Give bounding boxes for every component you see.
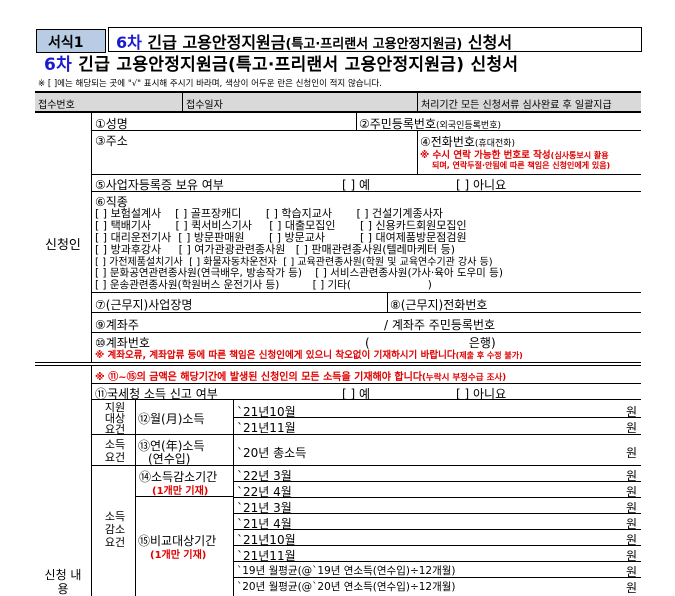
receipt-no: 접수번호: [38, 100, 75, 111]
rule: [91, 292, 641, 293]
form-number: 서식1: [48, 35, 84, 51]
name-input[interactable]: [150, 114, 350, 129]
rule: [233, 497, 641, 498]
income-row: `19년 월평균(@`19년 연소득(연수입)÷12개월): [237, 565, 456, 577]
won-unit: 원: [626, 421, 638, 435]
income-row: `20년 월평균(@`20년 연소득(연수입)÷12개월): [237, 581, 456, 593]
rule: [35, 362, 641, 363]
account-warning: ※ 계좌오류, 계좌압류 등에 따른 책임은 신청인에게 있으니 착오없이 기재…: [95, 347, 523, 361]
occupation-row[interactable]: [ ] 운송관련종사원(학원버스 운전기사 등) [ ] 기타( ): [95, 277, 432, 292]
applicant-label: 신청인: [45, 238, 81, 253]
rule: [91, 191, 641, 192]
rule: [91, 312, 641, 313]
rule: [233, 513, 641, 514]
rule: [417, 130, 418, 174]
rule: [91, 465, 641, 466]
rrn-text: ②주민등록번호: [359, 117, 436, 131]
rule: [135, 399, 136, 596]
rrn-input[interactable]: [520, 114, 635, 129]
monthly-income-label: ⑫월(月)소득: [138, 412, 205, 426]
rule: [91, 174, 641, 175]
workplace-label: ⑦(근무지)사업장명: [95, 298, 193, 312]
instruction-text: ※ [ ]에는 해당되는 곳에 "√" 표시해 주시기 바라며, 색상이 어두운…: [38, 79, 382, 89]
rule: [233, 577, 641, 578]
rule: [387, 292, 388, 312]
income-row: `21년11월: [237, 421, 296, 435]
rule: [91, 434, 641, 435]
income-note-text: ※ ⑪~⑮의 금액은 해당기간에 발생된 신청인의 모든 소득을 기재해야 합니…: [95, 372, 423, 383]
phone-warning-2: 되며, 연락두절·안됨에 따른 책임은 신청인에게 있음): [432, 161, 611, 170]
rule: [135, 496, 233, 497]
rule: [91, 113, 92, 363]
rule: [233, 561, 641, 562]
req-target-label: 지원 대상 요건: [104, 401, 126, 436]
processing-period: 처리기간 모든 신청서류 심사완료 후 일괄지급: [421, 100, 612, 111]
workplace-input[interactable]: [200, 295, 380, 310]
rule: [233, 529, 641, 530]
work-phone-input[interactable]: [500, 295, 630, 310]
address-input[interactable]: [140, 132, 410, 172]
title-big: 6차 긴급 고용안정지원금(특고·프리랜서 고용안정지원금) 신청서: [44, 50, 518, 75]
req-decrease-label: 소득 감소 요건: [104, 510, 126, 549]
holder-label: ⑨계좌주: [95, 318, 139, 332]
account-warn-note: (제출 후 수정 불가): [455, 351, 523, 360]
phone-warn-note: (심사통보시 활용: [550, 151, 609, 160]
won-unit: 원: [626, 581, 638, 595]
title-big-main: 긴급 고용안정지원금(특고·프리랜서 고용안정지원금) 신청서: [72, 55, 519, 75]
apply-content-label: 신청 내용: [44, 568, 82, 596]
holder-rrn-input[interactable]: [520, 315, 635, 330]
rule: [91, 366, 92, 596]
won-unit: 원: [626, 446, 638, 460]
holder-input[interactable]: [145, 315, 375, 330]
work-phone-label: ⑧(근무지)전화번호: [390, 298, 488, 312]
rule: [91, 383, 641, 384]
income-note: ※ ⑪~⑮의 금액은 해당기간에 발생된 신청인의 모든 소득을 기재해야 합니…: [95, 368, 506, 383]
income-row: `20년 총소득: [237, 446, 307, 460]
holder-rrn-label: / 계좌주 주민등록번호: [384, 318, 496, 332]
rule: [233, 417, 641, 418]
title-big-num: 6차: [44, 55, 73, 75]
receipt-date: 접수일자: [186, 100, 223, 111]
rule: [91, 130, 641, 131]
address-label: ③주소: [95, 134, 128, 148]
rule: [91, 332, 641, 333]
rule: [35, 111, 641, 113]
decrease-period-note: (1개만 기재): [152, 486, 209, 497]
rule: [35, 365, 641, 366]
phone-warning-1: ※ 수시 연락 가능한 번호로 작성(심사통보시 활용: [420, 147, 609, 161]
rule: [356, 113, 357, 130]
account-warn-text: ※ 계좌오류, 계좌압류 등에 따른 책임은 신청인에게 있으니 착오없이 기재…: [95, 350, 456, 361]
rule: [182, 93, 183, 111]
rule: [91, 399, 641, 400]
rule: [233, 481, 641, 482]
rule: [417, 93, 418, 111]
income-note-small: (누락시 부정수급 조사): [422, 373, 507, 383]
compare-period-note: (1개만 기재): [150, 550, 207, 561]
rule: [233, 545, 641, 546]
req-income-label: 소득 요건: [104, 438, 126, 464]
